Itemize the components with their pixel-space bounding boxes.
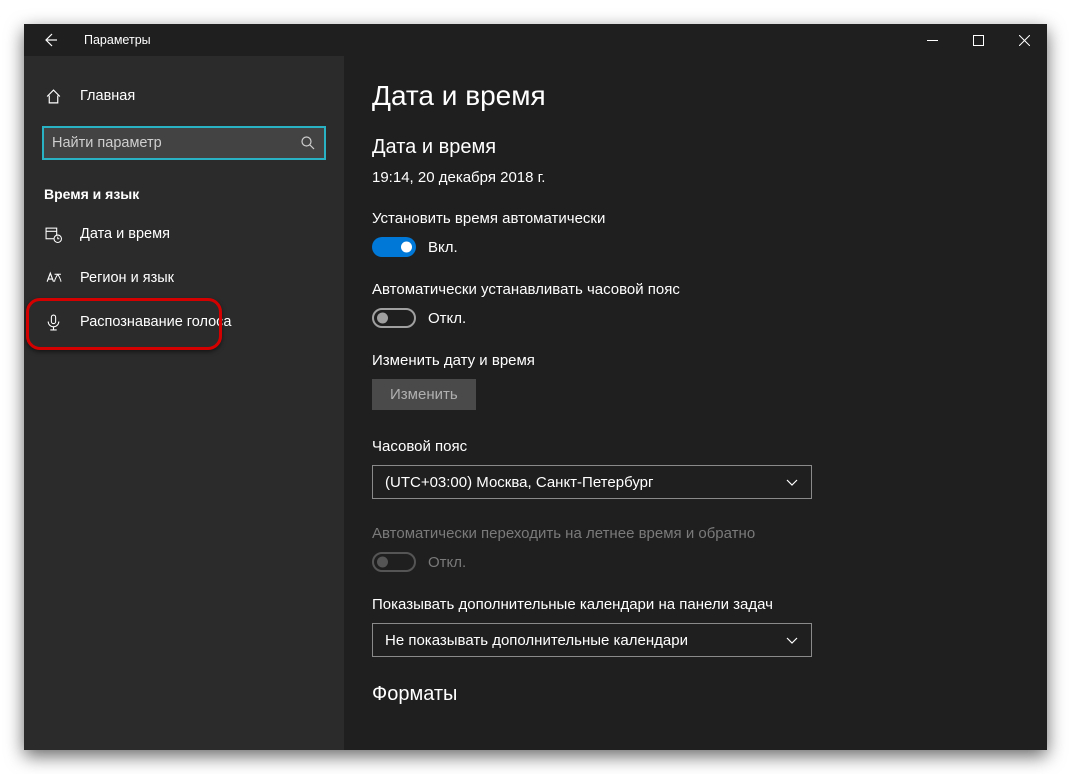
chevron-down-icon — [785, 633, 799, 647]
section-subtitle: Дата и время — [372, 136, 1019, 159]
timezone-dropdown[interactable]: (UTC+03:00) Москва, Санкт-Петербург — [372, 465, 812, 499]
sidebar-item-label: Регион и язык — [80, 270, 174, 286]
extra-calendars-value: Не показывать дополнительные календари — [385, 632, 688, 649]
titlebar: Параметры — [24, 24, 1047, 56]
extra-calendars-dropdown[interactable]: Не показывать дополнительные календари — [372, 623, 812, 657]
language-icon — [44, 270, 62, 287]
microphone-icon — [44, 314, 62, 331]
search-input-wrap[interactable] — [42, 126, 326, 160]
auto-time-toggle[interactable] — [372, 237, 416, 257]
search-input[interactable] — [52, 135, 300, 151]
home-icon — [44, 88, 62, 105]
formats-subtitle: Форматы — [372, 683, 1019, 706]
extra-calendars-label: Показывать дополнительные календари на п… — [372, 596, 1019, 613]
timezone-label: Часовой пояс — [372, 438, 1019, 455]
auto-time-label: Установить время автоматически — [372, 210, 1019, 227]
sidebar-item-label: Распознавание голоса — [80, 314, 232, 330]
sidebar-section-heading: Время и язык — [24, 160, 344, 212]
sidebar-item-date-time[interactable]: Дата и время — [24, 212, 344, 256]
sidebar: Главная Время и язык Дата и время — [24, 56, 344, 750]
window-title: Параметры — [84, 33, 151, 47]
settings-window: Параметры Главная — [24, 24, 1047, 750]
dst-label: Автоматически переходить на летнее время… — [372, 525, 1019, 542]
back-button[interactable] — [34, 24, 66, 56]
minimize-button[interactable] — [909, 24, 955, 56]
auto-timezone-toggle[interactable] — [372, 308, 416, 328]
sidebar-home-label: Главная — [80, 88, 135, 104]
sidebar-home[interactable]: Главная — [24, 76, 344, 116]
window-controls — [909, 24, 1047, 56]
page-title: Дата и время — [372, 80, 1019, 112]
current-datetime: 19:14, 20 декабря 2018 г. — [372, 169, 1019, 186]
sidebar-item-region-language[interactable]: Регион и язык — [24, 256, 344, 300]
auto-timezone-label: Автоматически устанавливать часовой пояс — [372, 281, 1019, 298]
chevron-down-icon — [785, 475, 799, 489]
calendar-clock-icon — [44, 226, 62, 243]
maximize-button[interactable] — [955, 24, 1001, 56]
sidebar-item-label: Дата и время — [80, 226, 170, 242]
change-datetime-label: Изменить дату и время — [372, 352, 1019, 369]
sidebar-item-speech[interactable]: Распознавание голоса — [24, 300, 344, 344]
dst-state: Откл. — [428, 554, 466, 571]
dst-toggle — [372, 552, 416, 572]
auto-time-state: Вкл. — [428, 239, 458, 256]
search-icon — [300, 135, 316, 151]
change-datetime-button[interactable]: Изменить — [372, 379, 476, 410]
close-button[interactable] — [1001, 24, 1047, 56]
content-pane: Дата и время Дата и время 19:14, 20 дека… — [344, 56, 1047, 750]
auto-timezone-state: Откл. — [428, 310, 466, 327]
timezone-value: (UTC+03:00) Москва, Санкт-Петербург — [385, 474, 653, 491]
